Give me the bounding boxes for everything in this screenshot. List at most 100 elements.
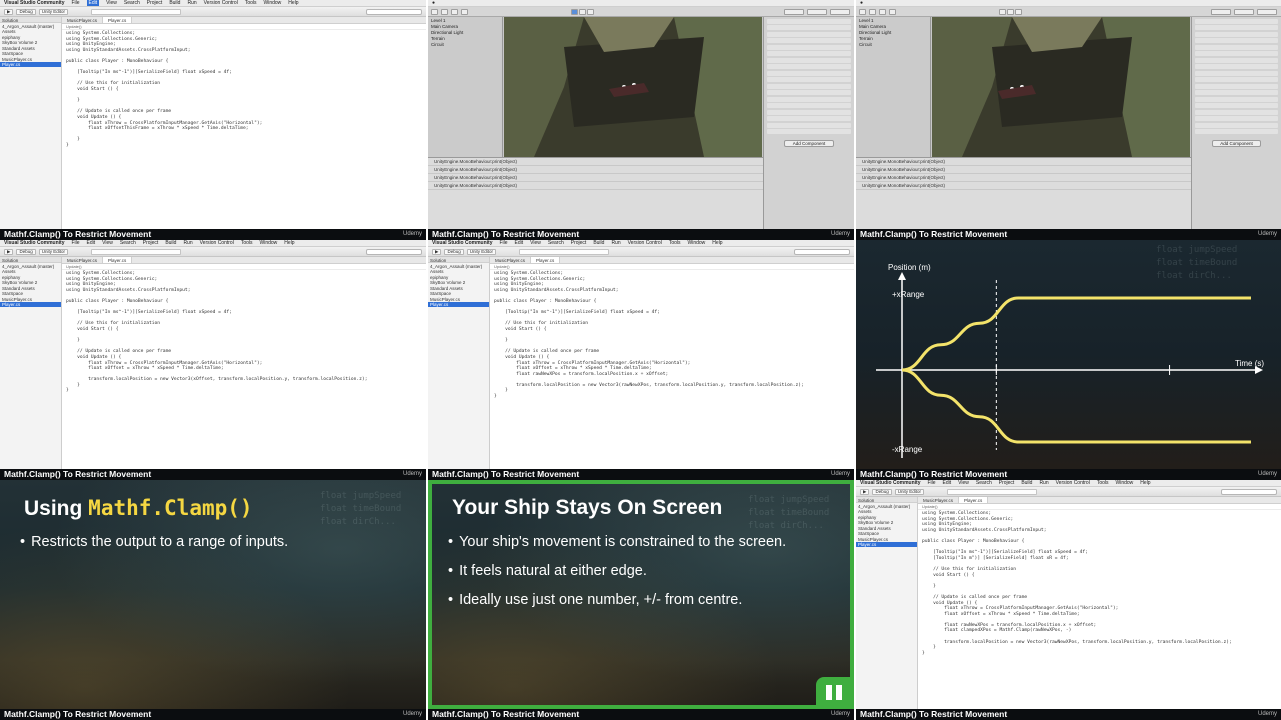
menu-search[interactable]: Search [548,240,564,246]
code-editor[interactable]: MusicPlayer.cs Player.cs Update() using S… [62,17,426,229]
menu-search[interactable]: Search [120,240,136,246]
menu-window[interactable]: Window [1116,480,1134,486]
code-text[interactable]: using System.Collections; using System.C… [62,31,426,148]
tab-player[interactable]: Player.cs [531,257,561,263]
console-line[interactable]: UnityEngine.MonoBehaviour:print(Object) [428,158,763,166]
game-view[interactable] [932,17,1190,157]
search-input[interactable] [1221,488,1277,495]
search-input[interactable] [794,248,850,255]
menu-project[interactable]: Project [147,0,163,6]
menu-version-control[interactable]: Version Control [1056,480,1090,486]
tab-musicplayer[interactable]: MusicPlayer.cs [62,17,104,23]
menu-build[interactable]: Build [165,240,176,246]
menu-run[interactable]: Run [611,240,620,246]
menu-file[interactable]: File [927,480,935,486]
menu-tools[interactable]: Tools [245,0,257,6]
menu-help[interactable]: Help [284,240,294,246]
menu-view[interactable]: View [958,480,969,486]
tab-musicplayer[interactable]: MusicPlayer.cs [918,497,960,503]
menu-run[interactable]: Run [1039,480,1048,486]
menu-window[interactable]: Window [264,0,282,6]
run-button[interactable]: ▶ [432,248,442,255]
code-editor[interactable]: MusicPlayer.cs Player.cs Update() using S… [62,257,426,469]
menu-tools[interactable]: Tools [241,240,253,246]
move-tool-icon[interactable] [869,8,876,15]
tree-item[interactable]: 4_Argon_Assault (master) [0,263,61,269]
console-line[interactable]: UnityEngine.MonoBehaviour:print(Object) [856,174,1191,182]
console-line[interactable]: UnityEngine.MonoBehaviour:print(Object) [428,166,763,174]
tree-item-selected[interactable]: Player.cs [0,61,61,67]
menu-edit[interactable]: Edit [943,480,952,486]
run-button[interactable]: ▶ [860,488,870,495]
thumb-unity-2[interactable]: ● Level 1 Main Camera Directional Light … [856,0,1281,240]
menu-project[interactable]: Project [999,480,1015,486]
thumb-graph[interactable]: float jumpSpeed float timeBound float di… [856,240,1281,480]
menu-search[interactable]: Search [124,0,140,6]
game-view[interactable] [504,17,762,157]
menu-search[interactable]: Search [976,480,992,486]
rotate-tool-icon[interactable] [451,8,458,15]
console-line[interactable]: UnityEngine.MonoBehaviour:print(Object) [428,182,763,190]
menu-file[interactable]: File [71,240,79,246]
layout-dropdown[interactable] [830,8,850,15]
menu-version-control[interactable]: Version Control [200,240,234,246]
tree-item-selected[interactable]: Player.cs [428,301,489,307]
tree-item-selected[interactable]: Player.cs [0,301,61,307]
play-icon[interactable] [999,8,1006,15]
code-editor[interactable]: MusicPlayer.cs Player.cs Update() using S… [490,257,854,469]
thumb-vs-code-2[interactable]: Visual Studio Community File Edit View S… [0,240,426,480]
config-dropdown[interactable]: Debug [16,8,36,15]
thumb-unity-1[interactable]: ● Level 1 Main Camera Directional Light … [428,0,854,240]
run-button[interactable]: ▶ [4,248,14,255]
menu-run[interactable]: Run [187,0,196,6]
console-line[interactable]: UnityEngine.MonoBehaviour:print(Object) [856,182,1191,190]
menu-file[interactable]: File [499,240,507,246]
hand-tool-icon[interactable] [431,8,438,15]
console-line[interactable]: UnityEngine.MonoBehaviour:print(Object) [856,158,1191,166]
hand-tool-icon[interactable] [859,8,866,15]
thumb-vs-code-1[interactable]: Visual Studio Community File Edit View S… [0,0,426,240]
code-text[interactable]: using System.Collections; using System.C… [62,271,426,394]
menu-project[interactable]: Project [143,240,159,246]
tab-player[interactable]: Player.cs [959,497,989,503]
pause-icon[interactable] [1007,8,1014,15]
thumb-slide-ship-stays[interactable]: float jumpSpeed float timeBound float di… [428,480,854,720]
menu-window[interactable]: Window [688,240,706,246]
thumb-vs-code-3[interactable]: Visual Studio Community File Edit View S… [428,240,854,480]
config-dropdown[interactable]: Debug [872,488,892,495]
tree-item-selected[interactable]: Player.cs [856,541,917,547]
add-component-button[interactable]: Add Component [1212,140,1261,147]
tree-item[interactable]: 4_Argon_Assault (master) [0,23,61,29]
layers-dropdown[interactable] [1234,8,1254,15]
pause-button[interactable] [816,677,852,707]
menu-edit[interactable]: Edit [87,240,96,246]
config-dropdown[interactable]: Debug [16,248,36,255]
move-tool-icon[interactable] [441,8,448,15]
layers-dropdown[interactable] [807,8,827,15]
config-dropdown[interactable]: Debug [444,248,464,255]
code-text[interactable]: using System.Collections; using System.C… [490,271,854,400]
thumb-vs-code-4[interactable]: Visual Studio Community File Edit View S… [856,480,1281,720]
tab-player[interactable]: Player.cs [103,17,133,23]
hierarchy-item[interactable]: Circuit [428,41,502,47]
scale-tool-icon[interactable] [889,8,896,15]
menu-version-control[interactable]: Version Control [204,0,238,6]
menu-view[interactable]: View [102,240,113,246]
menu-help[interactable]: Help [712,240,722,246]
menu-build[interactable]: Build [1021,480,1032,486]
rotate-tool-icon[interactable] [879,8,886,15]
scale-tool-icon[interactable] [461,8,468,15]
tab-player[interactable]: Player.cs [103,257,133,263]
pause-icon[interactable] [579,8,586,15]
target-dropdown[interactable]: Unity Editor [38,248,68,255]
search-input[interactable] [366,248,422,255]
code-text[interactable]: using System.Collections; using System.C… [918,511,1281,656]
menu-build[interactable]: Build [169,0,180,6]
menu-view[interactable]: View [530,240,541,246]
account-dropdown[interactable] [784,8,804,15]
console-line[interactable]: UnityEngine.MonoBehaviour:print(Object) [856,166,1191,174]
step-icon[interactable] [587,8,594,15]
account-dropdown[interactable] [1211,8,1231,15]
tree-item[interactable]: 4_Argon_Assault (master) [428,263,489,269]
menu-window[interactable]: Window [260,240,278,246]
